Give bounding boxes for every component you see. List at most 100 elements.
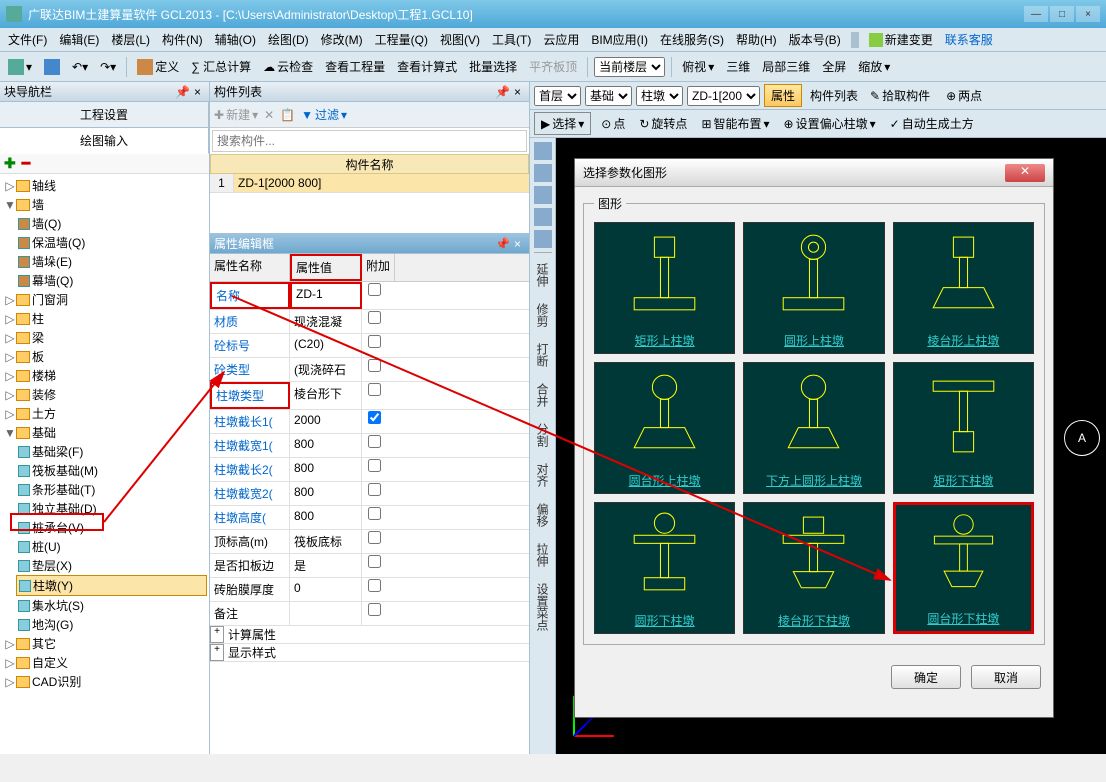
open-button[interactable]: ▾ — [4, 57, 36, 77]
view-formula-button[interactable]: 查看计算式 — [393, 56, 461, 77]
zoom-button[interactable]: 缩放▾ — [854, 56, 894, 77]
tree-column[interactable]: ▷柱 — [2, 309, 207, 328]
align-top-button[interactable]: 平齐板顶 — [525, 56, 581, 77]
tree-pile[interactable]: 桩(U) — [16, 537, 207, 556]
tool-1[interactable] — [534, 142, 552, 160]
tree-cad[interactable]: ▷CAD识别 — [2, 672, 207, 691]
prop-row-3[interactable]: 砼类型(现浇碎石 — [210, 358, 529, 382]
category-select[interactable]: 基础 — [585, 86, 632, 106]
cancel-button[interactable]: 取消 — [971, 665, 1041, 689]
item-select[interactable]: ZD-1[200 — [687, 86, 760, 106]
pin-icon[interactable]: 📌 — [495, 237, 510, 251]
tree-cushion[interactable]: 垫层(X) — [16, 556, 207, 575]
tree-sump[interactable]: 集水坑(S) — [16, 596, 207, 615]
tree-curtain[interactable]: 幕墙(Q) — [16, 271, 207, 290]
tree-custom[interactable]: ▷自定义 — [2, 653, 207, 672]
fullscreen-button[interactable]: 全屏 — [818, 56, 850, 77]
sum-calc-button[interactable]: ∑ 汇总计算 — [187, 56, 255, 77]
tree-raft[interactable]: 筏板基础(M) — [16, 461, 207, 480]
cloud-check-button[interactable]: ☁云检查 — [259, 56, 317, 77]
tree-wall-q[interactable]: 墙(Q) — [16, 214, 207, 233]
new-button[interactable]: ✚新建▾ — [214, 106, 258, 123]
tool-trim[interactable]: 修剪 — [534, 303, 551, 327]
tree-wall[interactable]: ▼墙 — [2, 195, 207, 214]
prop-row-9[interactable]: 柱墩高度(800 — [210, 506, 529, 530]
prop-row-11[interactable]: 是否扣板边是 — [210, 554, 529, 578]
tree-pier[interactable]: 柱墩(Y) — [16, 575, 207, 596]
point-button[interactable]: ⊙点 — [597, 113, 629, 134]
tree-axis[interactable]: ▷轴线 — [2, 176, 207, 195]
tool-stretch[interactable]: 拉伸 — [534, 543, 551, 567]
shape-option-1[interactable]: 圆形上柱墩 — [743, 222, 884, 354]
contact-service-link[interactable]: 联系客服 — [941, 29, 997, 50]
menu-component[interactable]: 构件(N) — [158, 29, 207, 50]
component-list-button[interactable]: 构件列表 — [806, 85, 862, 106]
menu-edit[interactable]: 编辑(E) — [55, 29, 103, 50]
prop-row-2[interactable]: 砼标号(C20) — [210, 334, 529, 358]
prop-row-7[interactable]: 柱墩截长2(800 — [210, 458, 529, 482]
save-button[interactable] — [40, 57, 64, 77]
tree-wall-hole[interactable]: 墙垛(E) — [16, 252, 207, 271]
prop-disp[interactable]: +显示样式 — [210, 644, 529, 662]
tree-foundation[interactable]: ▼基础 — [2, 423, 207, 442]
menu-draw[interactable]: 绘图(D) — [264, 29, 313, 50]
view-qty-button[interactable]: 查看工程量 — [321, 56, 389, 77]
local-3d-button[interactable]: 局部三维 — [758, 56, 814, 77]
tree-other[interactable]: ▷其它 — [2, 634, 207, 653]
tree-strip[interactable]: 条形基础(T) — [16, 480, 207, 499]
prop-row-10[interactable]: 顶标高(m)筏板底标 — [210, 530, 529, 554]
type-select[interactable]: 柱墩 — [636, 86, 683, 106]
shape-option-5[interactable]: 矩形下柱墩 — [893, 362, 1034, 494]
tool-align[interactable]: 对齐 — [534, 463, 551, 487]
tree-trench[interactable]: 地沟(G) — [16, 615, 207, 634]
menu-modify[interactable]: 修改(M) — [317, 29, 367, 50]
filter-button[interactable]: ▼过滤▾ — [301, 106, 347, 123]
tree-stair[interactable]: ▷楼梯 — [2, 366, 207, 385]
menu-cloud[interactable]: 云应用 — [539, 29, 583, 50]
shape-option-3[interactable]: 圆台形上柱墩 — [594, 362, 735, 494]
new-change-link[interactable]: 新建变更 — [865, 29, 937, 50]
menu-help[interactable]: 帮助(H) — [732, 29, 781, 50]
prop-calc[interactable]: +计算属性 — [210, 626, 529, 644]
overlook-button[interactable]: 俯视▾ — [678, 56, 718, 77]
search-input[interactable] — [213, 134, 526, 148]
tree-beam[interactable]: ▷梁 — [2, 328, 207, 347]
prop-row-5[interactable]: 柱墩截长1(2000 — [210, 410, 529, 434]
three-d-button[interactable]: 三维 — [722, 56, 754, 77]
menu-online[interactable]: 在线服务(S) — [656, 29, 728, 50]
tab-draw-input[interactable]: 绘图输入 — [0, 128, 209, 154]
delete-button[interactable]: ✕ — [264, 108, 274, 122]
shape-option-2[interactable]: 棱台形上柱墩 — [893, 222, 1034, 354]
menu-tool[interactable]: 工具(T) — [488, 29, 535, 50]
prop-row-12[interactable]: 砖胎膜厚度0 — [210, 578, 529, 602]
tab-project-settings[interactable]: 工程设置 — [0, 102, 209, 127]
current-floor-select[interactable]: 当前楼层 — [594, 57, 665, 77]
shape-option-0[interactable]: 矩形上柱墩 — [594, 222, 735, 354]
shape-option-7[interactable]: 棱台形下柱墩 — [743, 502, 884, 634]
tree-pilecap[interactable]: 桩承台(V) — [16, 518, 207, 537]
prop-row-0[interactable]: 名称ZD-1 — [210, 282, 529, 310]
tool-offset[interactable]: 偏移 — [534, 503, 551, 527]
tree-iso[interactable]: 独立基础(D) — [16, 499, 207, 518]
pin-icon[interactable]: 📌 — [495, 85, 510, 99]
shape-option-8[interactable]: 圆台形下柱墩 — [893, 502, 1034, 634]
tool-split[interactable]: 分割 — [534, 423, 551, 447]
tool-3[interactable] — [534, 186, 552, 204]
menu-version[interactable]: 版本号(B) — [785, 29, 845, 50]
tree-slab[interactable]: ▷板 — [2, 347, 207, 366]
tool-2[interactable] — [534, 164, 552, 182]
tool-extend[interactable]: 延伸 — [534, 263, 551, 287]
search-box[interactable] — [212, 130, 527, 152]
pick-component-button[interactable]: ✎拾取构件 — [866, 85, 934, 106]
close-button[interactable]: × — [1076, 6, 1100, 22]
undo-button[interactable]: ↶▾ — [68, 58, 92, 76]
maximize-button[interactable]: □ — [1050, 6, 1074, 22]
smart-layout-button[interactable]: ⊞智能布置▾ — [697, 113, 773, 134]
close-prop-button[interactable]: × — [510, 237, 525, 251]
prop-row-13[interactable]: 备注 — [210, 602, 529, 626]
close-panel-button[interactable]: × — [190, 85, 205, 99]
tool-break[interactable]: 打断 — [534, 343, 551, 367]
tree-ins-wall[interactable]: 保温墙(Q) — [16, 233, 207, 252]
prop-row-1[interactable]: 材质现浇混凝 — [210, 310, 529, 334]
prop-row-4[interactable]: 柱墩类型棱台形下 — [210, 382, 529, 410]
